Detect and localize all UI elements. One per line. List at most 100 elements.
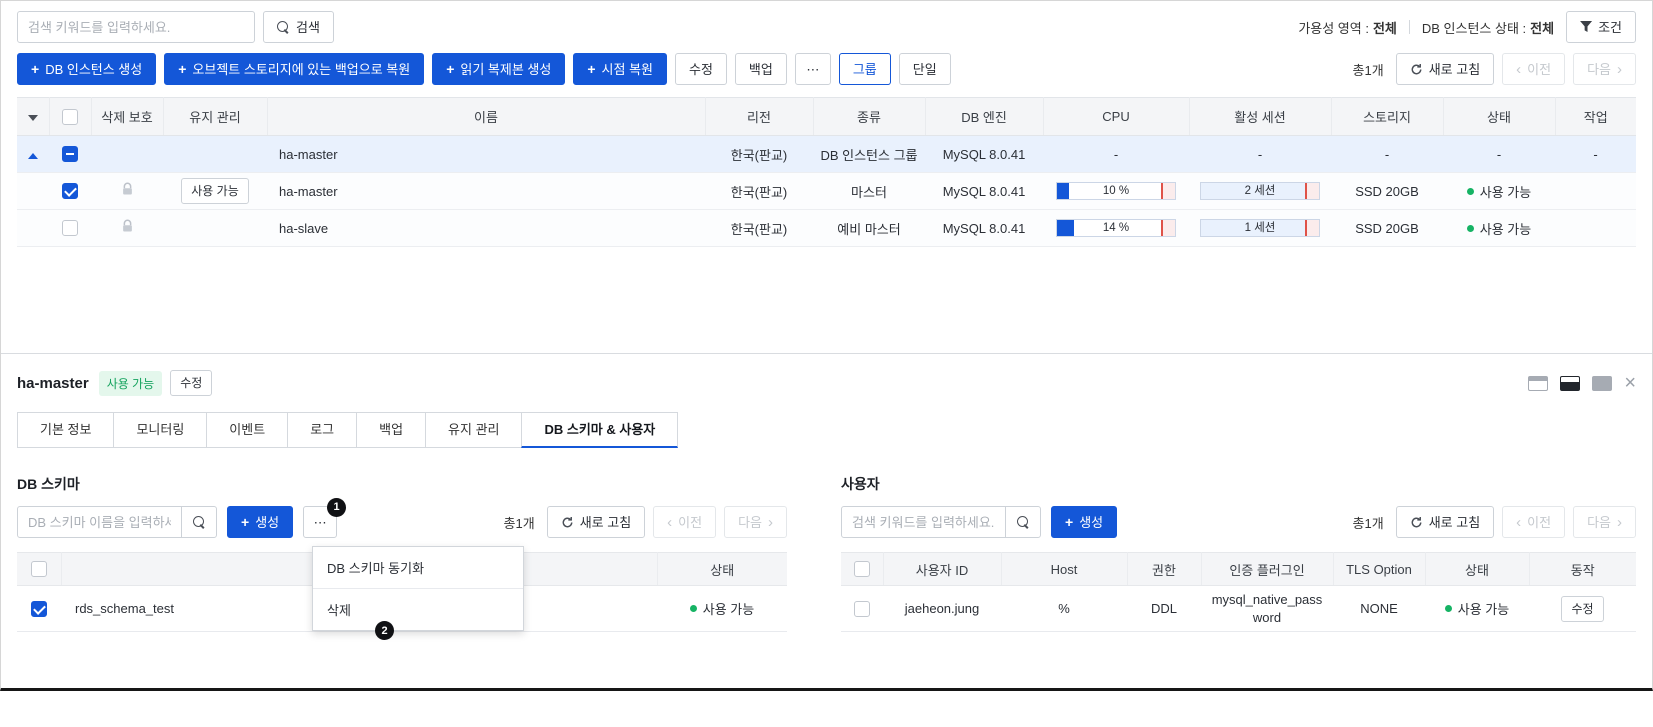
condition-button[interactable]: 조건 (1566, 11, 1636, 43)
instance-kind: 예비 마스터 (813, 209, 925, 247)
filter-bar: 검색 가용성 영역 :전체 DB 인스턴스 상태 :전체 조건 (17, 11, 1636, 43)
select-all-checkbox[interactable] (30, 561, 47, 578)
plus-icon: + (241, 514, 250, 530)
edit-button[interactable]: 수정 (674, 53, 727, 85)
prev-label: 이전 (678, 514, 703, 530)
col-kind: 종류 (813, 97, 926, 136)
single-view-button[interactable]: 단일 (898, 53, 951, 85)
point-in-time-restore-button[interactable]: + 시점 복원 (573, 53, 667, 85)
table-header-row: 삭제 보호 유지 관리 이름 리전 종류 DB 엔진 CPU 활성 세션 스토리… (17, 97, 1636, 136)
search-button-label: 검색 (296, 19, 320, 35)
row-checkbox[interactable] (62, 220, 78, 237)
select-all-checkbox[interactable] (853, 561, 870, 578)
instance-kind: 마스터 (813, 172, 925, 210)
status-badge: 사용 가능 (1466, 219, 1531, 238)
search-input[interactable] (17, 11, 255, 43)
create-instance-button[interactable]: + DB 인스턴스 생성 (17, 53, 157, 85)
user-search-input[interactable] (841, 506, 1006, 538)
schema-select-all-header[interactable] (17, 552, 62, 586)
prev-page-button[interactable]: ‹ 이전 (1502, 53, 1566, 85)
panel-size-small-icon[interactable] (1528, 375, 1549, 391)
schema-search-input[interactable] (17, 506, 182, 538)
instance-detail-panel: ha-master 사용 가능 수정 × 기본 정보 모니터링 이벤트 로그 백… (1, 353, 1652, 640)
tab-db-schema-users[interactable]: DB 스키마 & 사용자 (521, 412, 679, 448)
panel-size-full-icon[interactable] (1592, 375, 1613, 391)
row-checkbox[interactable] (31, 600, 47, 617)
users-col-status: 상태 (1425, 552, 1530, 586)
refresh-icon (562, 516, 573, 527)
users-refresh-button[interactable]: 새로 고침 (1395, 506, 1495, 538)
instance-region: 한국(판교) (705, 135, 813, 173)
tab-logs[interactable]: 로그 (287, 412, 358, 448)
instance-cpu: - (1043, 135, 1189, 173)
schema-prev-button[interactable]: ‹ 이전 (653, 506, 717, 538)
status-label: 사용 가능 (702, 602, 755, 617)
chevron-left-icon: ‹ (1516, 60, 1522, 78)
instance-storage: - (1331, 135, 1443, 173)
restore-from-object-storage-button[interactable]: + 오브젝트 스토리지에 있는 백업으로 복원 (164, 53, 425, 85)
schema-next-button[interactable]: 다음 › (724, 506, 787, 538)
instance-name: ha-master (267, 172, 705, 210)
col-maintenance: 유지 관리 (163, 97, 268, 136)
chevron-left-icon: ‹ (667, 513, 673, 531)
tab-basic-info[interactable]: 기본 정보 (17, 412, 115, 448)
panel-size-half-icon[interactable] (1560, 375, 1581, 391)
search-button[interactable]: 검색 (263, 11, 334, 43)
create-read-replica-button[interactable]: + 읽기 복제본 생성 (432, 53, 566, 85)
availability-zone-filter: 가용성 영역 : 전체 (1298, 18, 1397, 37)
instance-storage: SSD 20GB (1331, 209, 1443, 247)
row-checkbox[interactable] (62, 146, 78, 163)
expand-all-header[interactable] (17, 97, 50, 136)
user-id: jaeheon.jung (883, 585, 1001, 632)
table-row[interactable]: ha-slave 한국(판교) 예비 마스터 MySQL 8.0.41 14 % (17, 209, 1636, 247)
table-row[interactable]: 사용 가능 ha-master 한국(판교) 마스터 MySQL 8.0.41 … (17, 172, 1636, 210)
annotation-badge-1: 1 (327, 498, 347, 517)
prev-label: 이전 (1527, 61, 1552, 77)
row-checkbox[interactable] (854, 600, 870, 617)
users-next-button[interactable]: 다음 › (1573, 506, 1636, 538)
user-edit-button[interactable]: 수정 (1561, 595, 1604, 622)
users-prev-button[interactable]: ‹ 이전 (1502, 506, 1566, 538)
refresh-label: 새로 고침 (579, 514, 632, 530)
db-schema-controls: + 생성 ⋯ 1 총1개 새로 고침 ‹ (17, 498, 787, 640)
next-label: 다음 (1587, 61, 1611, 77)
select-all-checkbox[interactable] (62, 108, 78, 125)
maintenance-status-button[interactable]: 사용 가능 (181, 178, 249, 204)
cpu-meter: 14 % (1056, 219, 1176, 237)
backup-button[interactable]: 백업 (734, 53, 787, 85)
status-label: 사용 가능 (1457, 602, 1510, 617)
users-col-privilege: 권한 (1127, 552, 1202, 586)
select-all-header[interactable] (49, 97, 92, 136)
user-host: % (1001, 585, 1127, 632)
user-row[interactable]: jaeheon.jung % DDL mysql_native_password… (841, 585, 1636, 632)
menu-item-schema-sync[interactable]: DB 스키마 동기화 (313, 547, 523, 589)
schema-search-button[interactable] (181, 506, 217, 538)
db-schema-section: DB 스키마 + 생성 ⋯ 1 (17, 474, 787, 640)
refresh-button[interactable]: 새로 고침 (1395, 53, 1495, 85)
schema-refresh-button[interactable]: 새로 고침 (546, 506, 646, 538)
cpu-meter-label: 14 % (1102, 222, 1130, 234)
instance-status-value: 전체 (1530, 20, 1555, 36)
tab-events[interactable]: 이벤트 (206, 412, 289, 448)
next-page-button[interactable]: 다음 › (1573, 53, 1636, 85)
group-view-button[interactable]: 그룹 (838, 53, 891, 85)
tab-monitoring[interactable]: 모니터링 (113, 412, 208, 448)
table-row[interactable]: ha-master 한국(판교) DB 인스턴스 그룹 MySQL 8.0.41… (17, 135, 1636, 173)
menu-item-delete[interactable]: 삭제 2 (313, 589, 523, 640)
session-meter-label: 2 세션 (1244, 185, 1276, 197)
instance-list-panel: 검색 가용성 영역 :전체 DB 인스턴스 상태 :전체 조건 + (1, 1, 1652, 353)
user-create-button[interactable]: + 생성 (1051, 506, 1118, 538)
detail-edit-button[interactable]: 수정 (170, 370, 213, 396)
tab-backup[interactable]: 백업 (356, 412, 427, 448)
collapse-group-icon[interactable] (28, 152, 38, 159)
plus-icon: + (178, 61, 187, 77)
schema-create-button[interactable]: + 생성 (227, 506, 294, 538)
users-select-all-header[interactable] (841, 552, 884, 586)
plus-icon: + (1065, 514, 1074, 530)
more-actions-button[interactable]: ⋯ (794, 53, 831, 85)
schema-more-button[interactable]: ⋯ 1 (303, 498, 347, 538)
user-search-button[interactable] (1005, 506, 1041, 538)
close-icon[interactable]: × (1624, 373, 1636, 393)
row-checkbox[interactable] (62, 183, 78, 200)
tab-maintenance[interactable]: 유지 관리 (425, 412, 523, 448)
